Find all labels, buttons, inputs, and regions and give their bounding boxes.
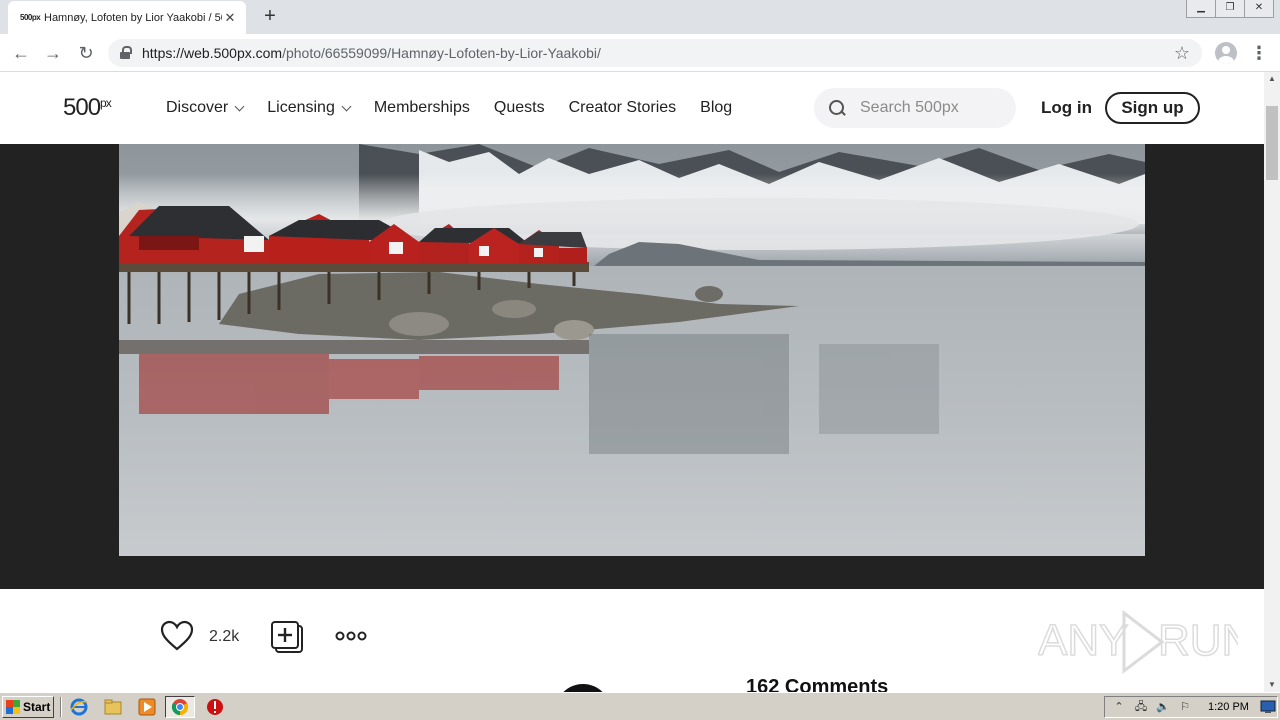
nav-creator-stories[interactable]: Creator Stories — [569, 99, 677, 117]
start-button[interactable]: Start — [2, 696, 54, 718]
main-photo[interactable] — [119, 144, 1145, 556]
nav-licensing[interactable]: Licensing — [267, 99, 352, 117]
system-tray: ⌃ 🖧 🔈 ⚐ — [1104, 696, 1278, 718]
photographer-avatar[interactable] — [555, 684, 611, 692]
nav-quests[interactable]: Quests — [494, 99, 545, 117]
reload-icon[interactable]: ↻ — [73, 40, 99, 66]
search-input[interactable] — [860, 99, 1000, 117]
like-count: 2.2k — [209, 628, 240, 645]
browser-toolbar: ← → ↻ https://web.500px.com/photo/665590… — [0, 34, 1280, 72]
site-header: 500px Discover Licensing Memberships Que… — [0, 72, 1264, 144]
nav-label: Quests — [493, 99, 545, 116]
taskbar-clock[interactable]: 1:20 PM — [1208, 701, 1249, 713]
address-bar[interactable]: https://web.500px.com/photo/66559099/Ham… — [108, 39, 1202, 67]
logo-sup: px — [100, 96, 112, 110]
search-box[interactable] — [814, 88, 1016, 128]
taskbar-separator — [60, 697, 62, 717]
main-nav: Discover Licensing Memberships Quests Cr… — [166, 72, 756, 144]
internet-explorer-icon[interactable] — [70, 698, 88, 716]
photo-stage — [0, 144, 1264, 589]
file-explorer-folder-icon[interactable] — [104, 698, 122, 716]
photo-image — [119, 144, 1145, 556]
url-host: https://web.500px.com — [142, 45, 283, 61]
url-path: /photo/66559099/Hamnøy-Lofoten-by-Lior-Y… — [282, 45, 601, 61]
tray-flag-icon[interactable]: ⚐ — [1177, 699, 1193, 715]
scroll-thumb[interactable] — [1266, 106, 1278, 180]
anyrun-watermark: ANY RUN — [1038, 609, 1238, 675]
signup-button[interactable]: Sign up — [1105, 92, 1200, 124]
page-scrollbar[interactable]: ▲ ▼ — [1264, 72, 1280, 692]
scroll-up-arrow-icon[interactable]: ▲ — [1264, 72, 1280, 86]
heart-like-icon[interactable] — [160, 620, 194, 652]
tray-network-icon[interactable]: 🖧 — [1133, 699, 1149, 715]
nav-label: Discover — [166, 99, 229, 116]
window-close-icon[interactable]: ✕ — [1244, 0, 1274, 18]
site-logo[interactable]: 500px — [63, 94, 112, 122]
comments-heading: 162 Comments — [746, 676, 889, 692]
nav-label: Licensing — [267, 99, 335, 116]
chevron-down-icon — [341, 101, 352, 111]
browser-tab-active[interactable]: 500px Hamnøy, Lofoten by Lior Yaakobi / … — [8, 1, 246, 34]
forward-arrow-icon[interactable]: → — [40, 40, 66, 66]
add-to-gallery-icon[interactable] — [270, 620, 304, 654]
browser-tabstrip: 500px Hamnøy, Lofoten by Lior Yaakobi / … — [0, 0, 1280, 34]
browser-menu-icon[interactable]: ⋮ — [1250, 40, 1268, 66]
nav-label: Memberships — [373, 99, 470, 116]
new-tab-plus-icon[interactable]: + — [258, 4, 282, 28]
url-text[interactable]: https://web.500px.com/photo/66559099/Ham… — [142, 45, 1174, 61]
window-restore-icon[interactable]: ❐ — [1215, 0, 1245, 18]
media-player-icon[interactable] — [138, 698, 156, 716]
antivirus-alert-icon[interactable] — [206, 698, 224, 716]
window-controls: ▁ ❐ ✕ — [1186, 0, 1274, 18]
back-arrow-icon[interactable]: ← — [8, 40, 34, 66]
tab-close-icon[interactable]: ✕ — [222, 10, 238, 26]
nav-blog[interactable]: Blog — [700, 99, 732, 117]
tab-title: Hamnøy, Lofoten by Lior Yaakobi / 500px — [44, 11, 222, 24]
tray-expand-icon[interactable]: ⌃ — [1111, 699, 1127, 715]
nav-label: Blog — [700, 99, 733, 116]
profile-avatar-icon[interactable] — [1215, 42, 1237, 64]
os-taskbar: Start ⌃ 🖧 🔈 ⚐ 1:20 PM — [0, 692, 1280, 720]
watermark-left-text: ANY — [1038, 616, 1128, 665]
search-icon[interactable] — [828, 99, 846, 117]
chrome-taskbar-button[interactable] — [165, 696, 195, 718]
watermark-right-text: RUN — [1158, 616, 1238, 665]
windows-flag-icon — [6, 700, 20, 714]
nav-label: Creator Stories — [568, 99, 677, 116]
start-label: Start — [23, 700, 51, 714]
nav-discover[interactable]: Discover — [166, 99, 245, 117]
scroll-down-arrow-icon[interactable]: ▼ — [1264, 678, 1280, 692]
more-options-icon[interactable] — [335, 628, 369, 644]
page-viewport: 500px Discover Licensing Memberships Que… — [0, 72, 1264, 692]
chrome-icon — [171, 699, 189, 716]
login-link[interactable]: Log in — [1041, 98, 1092, 118]
logo-text: 500 — [63, 94, 101, 121]
tray-volume-icon[interactable]: 🔈 — [1155, 699, 1171, 715]
nav-memberships[interactable]: Memberships — [374, 99, 470, 117]
chevron-down-icon — [234, 101, 245, 111]
bookmark-star-icon[interactable]: ☆ — [1174, 43, 1190, 64]
favicon-500px-icon: 500px — [20, 13, 41, 22]
window-minimize-icon[interactable]: ▁ — [1186, 0, 1216, 18]
show-desktop-icon[interactable] — [1260, 699, 1276, 715]
lock-icon[interactable] — [120, 46, 132, 60]
